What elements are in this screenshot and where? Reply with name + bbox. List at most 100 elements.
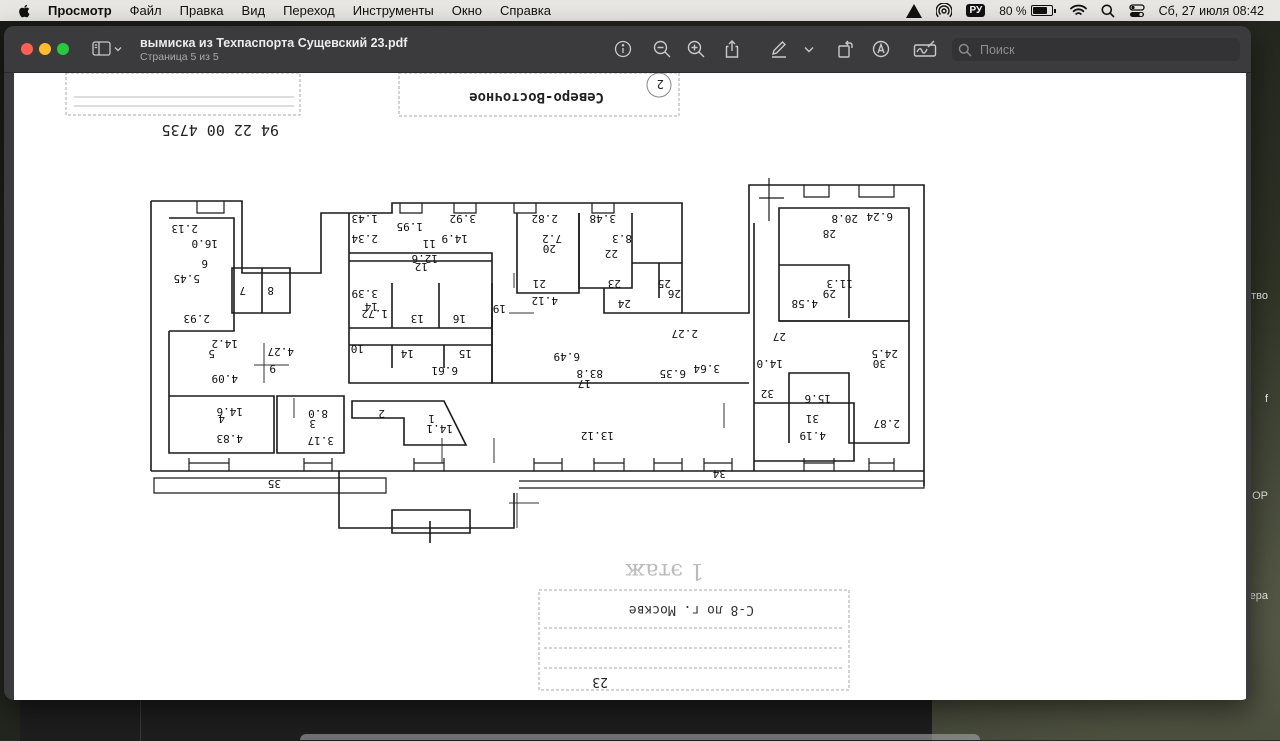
floor-plan-drawing: 94 22 00 4735 Северо-Восточное 2 2.13616…: [65, 73, 925, 691]
room-label: 13.12: [581, 429, 614, 442]
room-label: 26: [668, 287, 681, 300]
room-label: 23: [608, 277, 621, 290]
background-text-fragment: ОР: [1252, 490, 1268, 502]
room-label: 6.24: [866, 210, 893, 223]
room-label: 21: [533, 277, 546, 290]
room-label: 2.87: [874, 417, 901, 430]
room-label: 11: [423, 237, 436, 250]
stamp-circle-number: 2: [657, 77, 664, 91]
apple-icon[interactable]: [17, 4, 31, 18]
room-label: 3.64: [693, 362, 720, 375]
room-label: 5.45: [174, 272, 201, 285]
room-label: 4.09: [212, 372, 239, 385]
control-center-icon[interactable]: [1128, 3, 1145, 18]
room-label: 14.9: [442, 232, 469, 245]
search-input[interactable]: [978, 41, 1222, 58]
menu-app-name[interactable]: Просмотр: [48, 3, 112, 18]
markup-pen-button[interactable]: [769, 39, 789, 59]
zoom-in-button[interactable]: [686, 39, 706, 59]
room-label: 15: [459, 347, 472, 360]
room-label: 34: [712, 467, 726, 480]
room-label: 19: [493, 302, 506, 315]
stamp-bti-text: Северо-Восточное: [469, 89, 604, 105]
close-button[interactable]: [21, 43, 33, 55]
room-label: 14: [364, 300, 378, 313]
minimize-button[interactable]: [39, 43, 51, 55]
room-label: 24: [617, 297, 631, 310]
zoom-button[interactable]: [57, 43, 69, 55]
room-label: 7.2: [542, 232, 562, 245]
pdf-page[interactable]: 94 22 00 4735 Северо-Восточное 2 2.13 6 …: [14, 73, 1246, 700]
signature-button[interactable]: [913, 39, 937, 59]
room-label: 32: [761, 387, 774, 400]
bottom-stamp-text: С-8 ло г. Москве: [629, 602, 754, 617]
room-label: 15.6: [805, 392, 832, 405]
input-source-badge[interactable]: РУ: [966, 4, 986, 17]
rotate-button[interactable]: [835, 39, 855, 59]
info-button[interactable]: [613, 39, 633, 59]
battery-icon: [1030, 5, 1053, 16]
menu-tools[interactable]: Инструменты: [353, 3, 434, 18]
preview-window: вымиска из Техпаспорта Сущевский 23.pdf …: [4, 26, 1251, 700]
document-title: вымиска из Техпаспорта Сущевский 23.pdf: [140, 36, 408, 50]
room-label: 7: [239, 284, 246, 297]
room-label: 31: [806, 412, 819, 425]
search-field[interactable]: [952, 38, 1240, 61]
menu-go[interactable]: Переход: [283, 3, 335, 18]
background-text-fragment: ера: [1249, 590, 1268, 602]
room-label: 13: [411, 312, 424, 325]
room-label: 2: [378, 407, 385, 420]
markup-pen-icon: [771, 41, 786, 58]
menu-window[interactable]: Окно: [452, 3, 482, 18]
room-label: 2.34: [351, 232, 378, 245]
sidebar-toggle-button[interactable]: [92, 39, 122, 59]
room-label: 14.1: [427, 422, 454, 435]
room-label: 3.48: [590, 212, 617, 225]
floor-label: 1 этаж: [625, 558, 704, 583]
share-button[interactable]: [722, 39, 742, 59]
menu-edit[interactable]: Правка: [180, 3, 224, 18]
room-label: 83.8: [577, 367, 604, 380]
airdrop-icon[interactable]: [936, 2, 953, 19]
room-label: 4.19: [800, 429, 827, 442]
annotate-button[interactable]: [871, 39, 891, 59]
zoom-out-icon: [653, 40, 671, 58]
room-label: 3.17: [308, 434, 335, 447]
zoom-out-button[interactable]: [652, 39, 672, 59]
room-label: 6: [201, 257, 208, 270]
wifi-icon[interactable]: [1069, 4, 1087, 17]
battery-indicator[interactable]: 80 %: [999, 3, 1056, 18]
warning-icon[interactable]: [906, 3, 923, 18]
room-label: 3.92: [450, 212, 477, 225]
room-label: 24.5: [872, 347, 899, 360]
room-label: 16: [453, 312, 466, 325]
chevron-down-icon: [114, 47, 122, 52]
room-label: 1.43: [352, 212, 379, 225]
room-label: 28: [823, 227, 836, 240]
search-icon[interactable]: [1101, 4, 1115, 18]
room-label: 16.0: [192, 237, 219, 250]
room-label: 3.39: [352, 287, 379, 300]
zoom-in-icon: [687, 40, 705, 58]
room-label: 2.27: [672, 327, 699, 340]
signature-icon: [913, 40, 937, 57]
room-label: 35: [268, 477, 281, 490]
clock[interactable]: Сб, 27 июля 08:42: [1159, 4, 1264, 18]
room-label: 14.6: [217, 405, 244, 418]
menu-file[interactable]: Файл: [130, 3, 162, 18]
annotate-icon: [872, 40, 890, 58]
page-number-stamp: 23: [592, 674, 608, 689]
menu-view[interactable]: Вид: [242, 3, 266, 18]
menu-help[interactable]: Справка: [500, 3, 551, 18]
share-icon: [725, 40, 739, 58]
battery-percent: 80 %: [999, 3, 1027, 18]
room-label: 14.0: [757, 357, 784, 370]
dock: [300, 734, 980, 740]
markup-menu-button[interactable]: [802, 39, 816, 59]
window-toolbar: вымиска из Техпаспорта Сущевский 23.pdf …: [4, 26, 1251, 73]
stamp-number: 94 22 00 4735: [162, 121, 279, 139]
room-label: 11.3: [827, 277, 854, 290]
room-label: 14: [400, 347, 414, 360]
room-label: 6.49: [554, 350, 581, 363]
room-label: 2.93: [184, 312, 211, 325]
